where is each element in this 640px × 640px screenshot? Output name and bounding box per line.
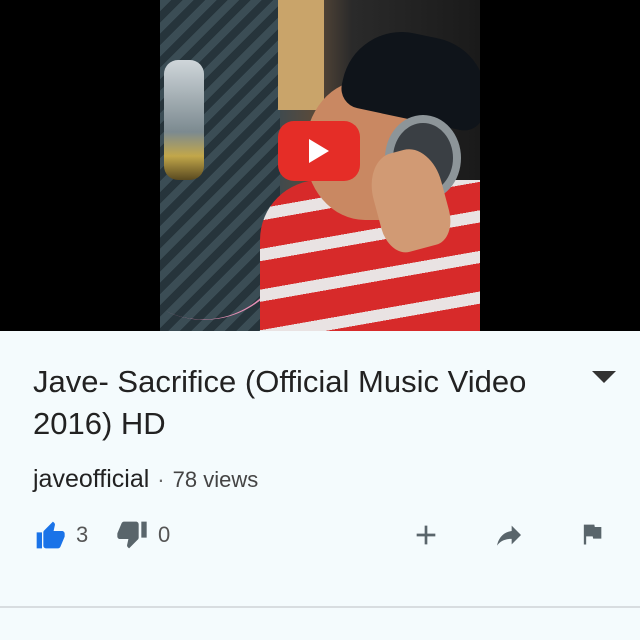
wood-panel <box>278 0 324 110</box>
action-bar: 3 0 <box>0 519 640 565</box>
plus-icon <box>416 525 436 545</box>
dislike-button[interactable]: 0 <box>116 519 170 551</box>
flag-icon <box>583 524 602 545</box>
share-icon <box>497 525 521 546</box>
video-player[interactable] <box>0 0 640 331</box>
view-count: 78 views <box>172 467 259 492</box>
like-button[interactable]: 3 <box>34 519 88 551</box>
meta-separator: · <box>157 467 165 492</box>
dislike-count: 0 <box>158 522 171 547</box>
video-title: Jave- Sacrifice (Official Music Video 20… <box>33 364 527 441</box>
video-info-panel: Jave- Sacrifice (Official Music Video 20… <box>0 331 640 640</box>
thumbs-up-icon <box>36 521 65 549</box>
play-button[interactable] <box>278 121 360 181</box>
report-button[interactable] <box>578 519 606 549</box>
chevron-down-icon <box>592 371 616 383</box>
add-to-playlist-button[interactable] <box>410 519 442 551</box>
video-meta: javeofficial · 78 views <box>33 465 258 494</box>
thumbs-down-icon <box>117 521 147 549</box>
expand-description-button[interactable] <box>590 367 618 387</box>
play-icon <box>309 139 329 163</box>
like-count: 3 <box>76 522 89 547</box>
channel-name[interactable]: javeofficial <box>33 465 149 493</box>
share-button[interactable] <box>491 519 527 551</box>
divider <box>0 606 640 608</box>
